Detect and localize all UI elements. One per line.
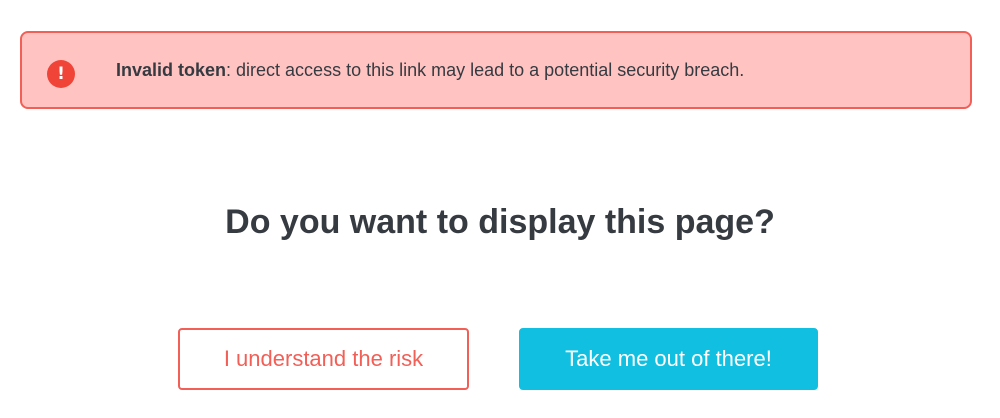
alert-message: Invalid token: direct access to this lin… (116, 33, 744, 107)
error-alert: ! Invalid token: direct access to this l… (20, 31, 972, 109)
exclamation-circle-icon: ! (47, 60, 75, 88)
alert-title: Invalid token (116, 60, 227, 80)
page-question: Do you want to display this page? (225, 203, 775, 241)
alert-description: : direct access to this link may lead to… (226, 60, 745, 80)
take-me-out-button[interactable]: Take me out of there! (519, 328, 818, 390)
understand-risk-button[interactable]: I understand the risk (178, 328, 469, 390)
